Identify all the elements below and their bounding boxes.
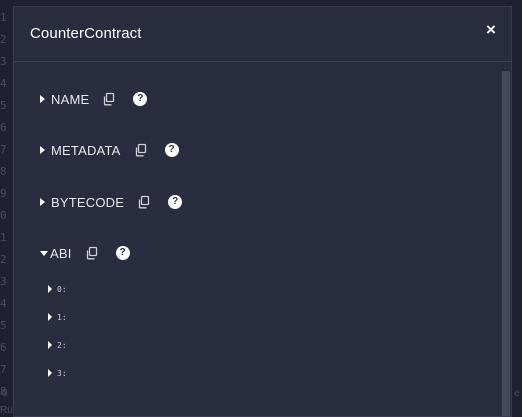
line-number: 5 (0, 99, 7, 112)
line-number: 2 (0, 33, 7, 46)
line-number: 6 (0, 121, 7, 134)
status-right: e (514, 388, 520, 399)
question-circle-icon[interactable]: ? (115, 246, 130, 260)
caret-right-icon[interactable] (40, 95, 45, 103)
line-number: 1 (0, 231, 7, 244)
section-name[interactable]: NAME ? (40, 90, 148, 108)
section-label[interactable]: METADATA (51, 143, 121, 158)
copy-icon[interactable] (134, 143, 148, 157)
abi-item[interactable]: 1: (48, 311, 67, 323)
abi-item-key[interactable]: 0: (57, 285, 67, 294)
section-metadata[interactable]: METADATA ? (40, 141, 179, 159)
line-number: 0 (0, 209, 7, 222)
line-number: 7 (0, 143, 7, 156)
abi-item-key[interactable]: 2: (57, 341, 67, 350)
modal-header: CounterContract × (14, 7, 511, 62)
question-circle-icon[interactable]: ? (164, 143, 179, 157)
question-circle-icon[interactable]: ? (168, 195, 183, 209)
modal-scrollbar[interactable] (502, 69, 510, 416)
line-number-gutter: 1 2 3 4 5 6 7 8 9 0 1 2 3 4 5 6 7 8 (0, 0, 12, 417)
section-bytecode[interactable]: BYTECODE ? (40, 193, 183, 211)
caret-down-icon[interactable] (40, 250, 48, 256)
copy-icon[interactable] (137, 195, 151, 209)
copy-icon[interactable] (102, 92, 116, 106)
section-label[interactable]: BYTECODE (51, 195, 124, 210)
abi-item[interactable]: 2: (48, 339, 67, 351)
line-number: 9 (0, 187, 7, 200)
section-label[interactable]: ABI (50, 246, 72, 261)
caret-right-icon[interactable] (48, 285, 52, 293)
caret-right-icon[interactable] (40, 198, 45, 206)
section-abi[interactable]: ABI ? (40, 244, 130, 262)
section-label[interactable]: NAME (51, 92, 89, 107)
abi-item[interactable]: 3: (48, 367, 67, 379)
abi-item-key[interactable]: 3: (57, 369, 67, 378)
caret-right-icon[interactable] (48, 341, 52, 349)
line-number: 3 (0, 275, 7, 288)
caret-right-icon[interactable] (48, 313, 52, 321)
line-number: 4 (0, 77, 7, 90)
line-number: 3 (0, 55, 7, 68)
copy-icon[interactable] (85, 246, 99, 260)
contract-details-modal: CounterContract × NAME ? METADATA ? BYTE… (13, 6, 512, 417)
line-number: 7 (0, 363, 7, 376)
line-number: 4 (0, 297, 7, 310)
scrollbar-thumb[interactable] (502, 71, 510, 416)
abi-item[interactable]: 0: (48, 283, 67, 295)
line-number: 5 (0, 319, 7, 332)
question-circle-icon[interactable]: ? (133, 92, 148, 106)
status-left: 0 (2, 388, 8, 399)
caret-right-icon[interactable] (40, 146, 45, 154)
line-number: 2 (0, 253, 7, 266)
close-icon[interactable]: × (483, 21, 499, 38)
caret-right-icon[interactable] (48, 369, 52, 377)
line-number: 6 (0, 341, 7, 354)
line-number: 8 (0, 165, 7, 178)
line-number: 1 (0, 11, 7, 24)
modal-title: CounterContract (30, 25, 142, 42)
abi-item-key[interactable]: 1: (57, 313, 67, 322)
